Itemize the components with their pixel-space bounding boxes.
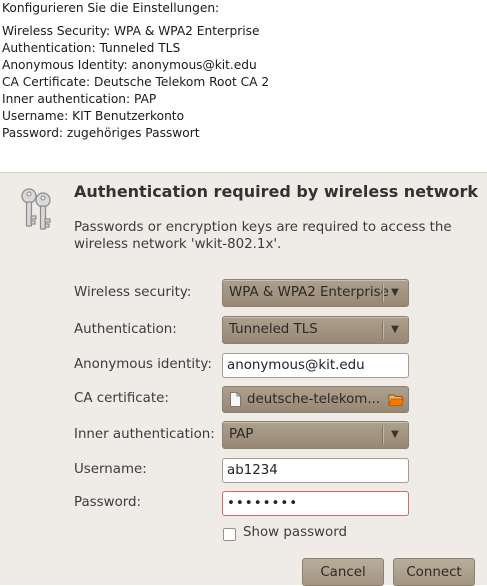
- ca-certificate-file-chooser[interactable]: deutsche-telekom...: [222, 386, 409, 413]
- authentication-label: Authentication:: [74, 322, 177, 337]
- show-password-label[interactable]: Show password: [243, 525, 347, 540]
- instruction-line: CA Certificate: Deutsche Telekom Root CA…: [2, 75, 270, 89]
- instruction-line: Authentication: Tunneled TLS: [2, 41, 181, 55]
- anonymous-identity-label: Anonymous identity:: [74, 357, 212, 372]
- dropdown-separator: [382, 284, 384, 302]
- file-icon: [230, 392, 241, 407]
- instruction-line: Username: KIT Benutzerkonto: [2, 109, 185, 123]
- cancel-button[interactable]: Cancel: [302, 558, 384, 586]
- username-label: Username:: [74, 462, 147, 477]
- password-input[interactable]: [222, 491, 409, 516]
- chevron-down-icon: ▼: [391, 324, 399, 335]
- anonymous-identity-input[interactable]: [222, 353, 409, 378]
- dropdown-separator: [382, 426, 384, 444]
- instruction-line: Inner authentication: PAP: [2, 92, 157, 106]
- dialog-title: Authentication required by wireless netw…: [74, 182, 478, 201]
- chevron-down-icon: ▼: [391, 287, 399, 298]
- instructions-heading: Konfigurieren Sie die Einstellungen:: [2, 1, 220, 15]
- wireless-security-label: Wireless security:: [74, 285, 192, 300]
- username-input[interactable]: [222, 458, 409, 483]
- authentication-dropdown[interactable]: Tunneled TLS ▼: [222, 316, 409, 344]
- ca-certificate-filename: deutsche-telekom...: [247, 392, 381, 407]
- password-label: Password:: [74, 495, 142, 510]
- instruction-line: Password: zugehöriges Passwort: [2, 126, 200, 140]
- chevron-down-icon: ▼: [391, 429, 399, 440]
- inner-authentication-dropdown[interactable]: PAP ▼: [222, 421, 409, 449]
- dropdown-separator: [382, 321, 384, 339]
- inner-authentication-label: Inner authentication:: [74, 427, 215, 442]
- authentication-value: Tunneled TLS: [229, 322, 318, 337]
- inner-authentication-value: PAP: [229, 427, 254, 442]
- instruction-line: Wireless Security: WPA & WPA2 Enterprise: [2, 24, 260, 38]
- dialog-description: Passwords or encryption keys are require…: [74, 220, 452, 252]
- instruction-line: Anonymous Identity: anonymous@kit.edu: [2, 58, 257, 72]
- connect-button[interactable]: Connect: [393, 558, 475, 586]
- ca-certificate-label: CA certificate:: [74, 391, 169, 406]
- wireless-security-value: WPA & WPA2 Enterprise: [229, 285, 389, 300]
- wireless-security-dropdown[interactable]: WPA & WPA2 Enterprise ▼: [222, 279, 409, 307]
- show-password-checkbox[interactable]: [223, 528, 236, 541]
- keys-icon: [21, 188, 51, 230]
- folder-open-icon: [388, 394, 404, 406]
